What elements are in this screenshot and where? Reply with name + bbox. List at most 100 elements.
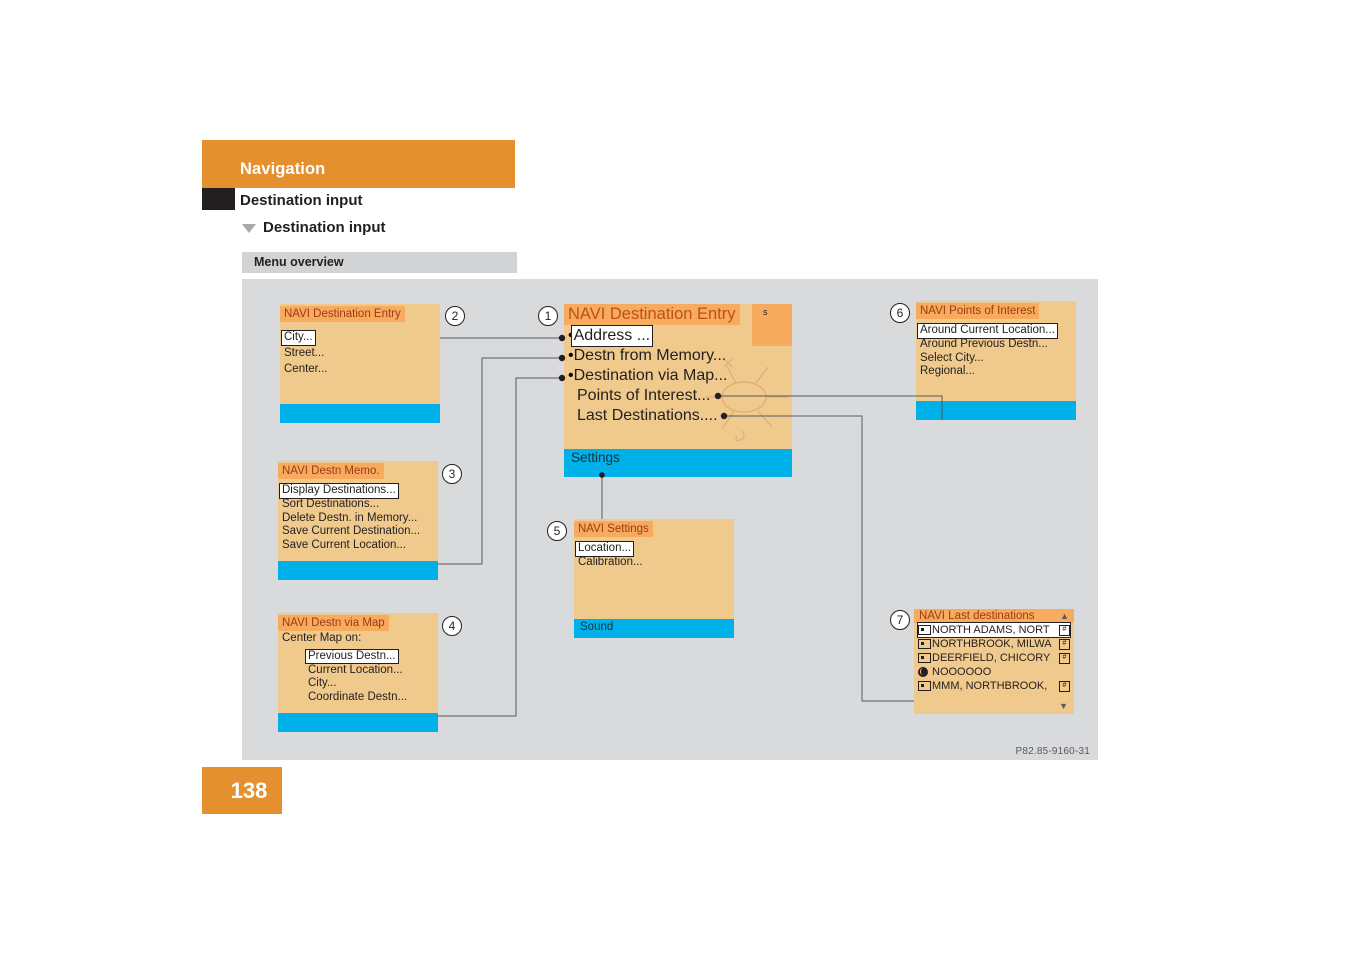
card-icon (918, 625, 931, 635)
menu-item-label[interactable]: Display Destinations... (279, 483, 399, 499)
section-marker-tab (202, 188, 235, 210)
card-icon (918, 653, 931, 663)
menu-item-label[interactable]: Regional... (920, 365, 1072, 379)
subsection-row: Destination input (242, 219, 386, 236)
list-item[interactable]: DEERFIELD, CHICORY # (918, 651, 1070, 665)
figure-code: P82.85-9160-31 (1015, 746, 1090, 757)
card-icon (918, 639, 931, 649)
menu-item-label[interactable]: Location... (574, 541, 635, 557)
menu-box-title-wrap: NAVI Destn Memo. (278, 461, 438, 479)
list-item-label: DEERFIELD, CHICORY (932, 652, 1051, 664)
menu-item-row[interactable]: • Destination via Map... (568, 366, 792, 386)
menu-item-label[interactable]: Calibration... (578, 556, 730, 570)
menu-item-label[interactable]: Destination via Map... (574, 366, 728, 386)
hash-icon: # (1059, 638, 1070, 650)
menu-item-label[interactable]: Destn from Memory... (574, 346, 727, 366)
callout-4: 4 (442, 616, 462, 636)
menu-overview-label: Menu overview (254, 255, 344, 269)
menu-box-title-wrap: NAVI Destination Entry (280, 304, 440, 322)
hash-icon: # (1059, 652, 1070, 664)
menu-item-label[interactable]: Points of Interest... (577, 387, 710, 404)
menu-box-title: NAVI Destination Entry (564, 304, 740, 325)
caret-up-icon[interactable]: ▲ (1060, 611, 1069, 621)
menu-box-footer[interactable] (278, 561, 438, 580)
menu-item-row[interactable]: Location... (574, 538, 730, 557)
card-icon (918, 681, 931, 691)
menu-box-destn-memo[interactable]: NAVI Destn Memo. Display Destinations...… (278, 461, 438, 580)
menu-item-label[interactable]: City... (282, 677, 434, 691)
callout-3: 3 (442, 464, 462, 484)
menu-item-row[interactable]: Around Current Location... (917, 320, 1072, 339)
list-item[interactable]: NOOOOOO (918, 665, 1070, 679)
caret-down-icon[interactable]: ▼ (1059, 701, 1068, 711)
menu-box-footer-label: Sound (580, 621, 614, 633)
callout-2: 2 (445, 306, 465, 326)
callout-7: 7 (890, 610, 910, 630)
menu-item-label[interactable]: Center... (284, 363, 436, 377)
menu-box-destn-via-map[interactable]: NAVI Destn via Map Center Map on: Previo… (278, 613, 438, 732)
list-item[interactable]: MMM, NORTHBROOK, # (918, 679, 1070, 693)
menu-box-points-of-interest[interactable]: NAVI Points of Interest Around Current L… (916, 301, 1076, 420)
menu-box-navi-settings[interactable]: NAVI Settings Location... Calibration...… (574, 519, 734, 638)
menu-box-title-wrap: NAVI Points of Interest (916, 301, 1076, 319)
center-map-on-label: Center Map on: (282, 632, 362, 644)
menu-box-footer[interactable] (916, 401, 1076, 420)
menu-box-footer-label (280, 404, 440, 406)
menu-item-label[interactable]: Select City... (920, 352, 1072, 366)
list-item[interactable]: NORTHBROOK, MILWA # (918, 637, 1070, 651)
list-item-label: NORTHBROOK, MILWA (932, 638, 1052, 650)
menu-item-row[interactable]: • Destn from Memory... (568, 346, 792, 366)
hash-icon: # (1059, 680, 1070, 692)
menu-box-footer[interactable]: Sound (574, 619, 734, 638)
menu-box-title: NAVI Settings (574, 521, 653, 537)
menu-box-title: NAVI Destn Memo. (278, 463, 384, 479)
menu-box-title: NAVI Last destinations (919, 610, 1035, 622)
menu-box-footer-label (916, 401, 1076, 403)
menu-item-label[interactable]: Around Previous Destn... (920, 338, 1072, 352)
menu-item-label[interactable]: Street... (284, 347, 436, 361)
menu-box-footer-label (278, 561, 438, 563)
menu-item-row[interactable]: Last Destinations.... (568, 406, 792, 426)
menu-item-list: Display Destinations... Sort Destination… (278, 479, 438, 552)
menu-box-title-wrap: NAVI Destn via Map (278, 613, 438, 631)
menu-item-label[interactable]: Previous Destn... (305, 648, 399, 664)
list-item-label: NORTH ADAMS, NORT (932, 624, 1050, 636)
menu-box-last-destinations[interactable]: NAVI Last destinations ▲ NORTH ADAMS, NO… (914, 609, 1074, 714)
section-title: Destination input (240, 192, 363, 209)
callout-6: 6 (890, 303, 910, 323)
menu-box-title-wrap: NAVI Last destinations ▲ (914, 609, 1074, 623)
menu-item-label[interactable]: Coordinate Destn... (282, 691, 434, 705)
menu-box-title: NAVI Destination Entry (280, 306, 405, 322)
menu-item-label[interactable]: Around Current Location... (917, 323, 1058, 339)
menu-box-footer[interactable] (278, 713, 438, 732)
menu-box-footer-settings[interactable]: Settings (564, 449, 792, 477)
menu-item-list: Center Map on: Previous Destn... Current… (278, 631, 438, 704)
menu-overview-diagram: NAVI Destination Entry City... Street...… (242, 279, 1098, 760)
subsection-title: Destination input (263, 219, 386, 236)
menu-box-destination-entry-sub[interactable]: NAVI Destination Entry City... Street...… (280, 304, 440, 423)
menu-item-list: Around Current Location... Around Previo… (916, 319, 1076, 379)
menu-item-row[interactable]: Points of Interest... (568, 386, 792, 406)
menu-item-label[interactable]: Save Current Location... (282, 539, 434, 553)
menu-box-title: NAVI Points of Interest (916, 303, 1040, 319)
screen-corner-mark: s (752, 304, 792, 346)
menu-item-row[interactable]: City... (281, 327, 436, 346)
menu-item-list: City... Street... Center... (280, 322, 440, 376)
menu-box-title: NAVI Destn via Map (278, 615, 389, 631)
menu-item-label[interactable]: City... (281, 330, 316, 346)
menu-box-footer[interactable] (280, 404, 440, 423)
list-item-label: NOOOOOO (932, 666, 992, 678)
list-item[interactable]: NORTH ADAMS, NORT # (917, 622, 1071, 638)
menu-item-label[interactable]: Address ... (570, 325, 654, 347)
menu-item-label[interactable]: Save Current Destination... (282, 525, 434, 539)
screen-corner-mark-label: s (763, 307, 768, 317)
menu-box-title-wrap: NAVI Settings (574, 519, 734, 537)
menu-item-label[interactable]: Current Location... (282, 664, 434, 678)
last-destinations-list: NORTH ADAMS, NORT # NORTHBROOK, MILWA # … (914, 622, 1074, 693)
menu-item-row[interactable]: Previous Destn... (282, 646, 434, 664)
menu-item-label[interactable]: Last Destinations.... (577, 407, 718, 424)
hash-icon: # (1059, 624, 1070, 636)
menu-item-label[interactable]: Delete Destn. in Memory... (282, 512, 434, 526)
menu-item-row[interactable]: Display Destinations... (279, 480, 434, 499)
menu-item-label[interactable]: Sort Destinations... (282, 498, 434, 512)
